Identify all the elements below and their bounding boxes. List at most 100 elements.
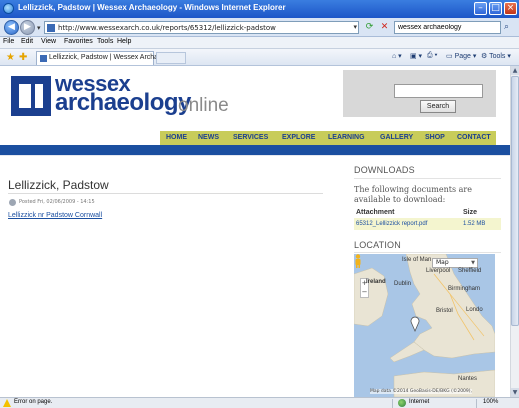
favorites-star-icon[interactable]: ★ [6, 52, 15, 63]
tab-bar: ★ ✚ Lellizzick, Padstow | Wessex Archaeo… [0, 49, 519, 66]
refresh-icon[interactable]: ⟳ [363, 21, 376, 34]
menu-favorites[interactable]: Favorites [64, 38, 93, 45]
menu-edit[interactable]: Edit [21, 38, 33, 45]
tools-menu-button[interactable]: ⚙ Tools ▾ [481, 52, 511, 60]
report-link[interactable]: Lellizzick nr Padstow Cornwall [8, 212, 102, 219]
new-tab-button[interactable] [156, 52, 186, 64]
posted-clock-icon [9, 199, 16, 206]
tools-menu-label: Tools [489, 53, 506, 60]
page-title: Lellizzick, Padstow [8, 178, 109, 192]
map-type-select[interactable]: Map ▼ [432, 258, 478, 268]
print-icon[interactable]: ⎙ ▾ [427, 52, 438, 60]
window-titlebar: Lellizzick, Padstow | Wessex Archaeology… [0, 0, 519, 18]
browser-search-input[interactable] [395, 22, 500, 33]
map-label-bristol: Bristol [436, 308, 453, 314]
logo-wordmark-archaeology[interactable]: archaeology [55, 89, 191, 117]
nav-home[interactable]: HOME [166, 134, 187, 141]
status-bar: Error on page. Internet 100% [0, 397, 519, 408]
location-heading: LOCATION [354, 240, 401, 250]
home-icon[interactable]: ⌂ ▾ [392, 52, 402, 60]
download-file-size: 1.52 MB [463, 221, 486, 227]
warning-icon[interactable] [3, 399, 11, 407]
scroll-up-icon[interactable]: ▲ [511, 66, 519, 75]
menu-bar: File Edit View Favorites Tools Help [0, 37, 519, 49]
status-message[interactable]: Error on page. [14, 399, 52, 405]
map-location-marker-icon[interactable] [410, 316, 420, 332]
nav-explore[interactable]: EXPLORE [282, 134, 315, 141]
internet-zone-icon [398, 399, 406, 407]
page-viewport: wessex archaeology online Search HOME NE… [0, 66, 510, 397]
address-field[interactable]: http://www.wessexarch.co.uk/reports/6531… [44, 21, 359, 34]
menu-tools[interactable]: Tools [97, 38, 113, 45]
forward-button[interactable]: ▶ [20, 20, 35, 35]
download-file-link[interactable]: 65312_Lellizzick report.pdf [356, 221, 427, 227]
nav-news[interactable]: NEWS [198, 134, 219, 141]
status-separator [392, 399, 393, 408]
street-view-pegman-icon[interactable] [354, 254, 362, 268]
page-menu-label: Page [454, 53, 471, 60]
feeds-icon[interactable]: ▣ ▾ [410, 52, 422, 60]
title-divider [8, 193, 323, 194]
page-scrollbar[interactable]: ▲ ▼ [510, 66, 519, 397]
browser-search-box[interactable] [394, 21, 501, 34]
map-label-dublin: Dublin [394, 281, 412, 287]
address-toolbar: ◀ ▶ ▾ http://www.wessexarch.co.uk/report… [0, 18, 519, 37]
nav-gallery[interactable]: GALLERY [380, 134, 413, 141]
map-label-sheffield: Sheffield [458, 268, 482, 274]
minimize-button[interactable]: – [474, 2, 487, 15]
site-logo-mark[interactable] [11, 76, 51, 116]
nav-services[interactable]: SERVICES [233, 134, 268, 141]
logo-mark-shape [19, 84, 31, 108]
attachment-column-header: Attachment [356, 209, 395, 216]
downloads-heading: DOWNLOADS [354, 165, 415, 175]
chevron-down-icon: ▼ [471, 260, 475, 266]
location-divider [354, 252, 501, 253]
nav-contact[interactable]: CONTACT [457, 134, 491, 141]
map-label-birmingham: Birmingham [448, 286, 481, 292]
zoom-level[interactable]: 100% [483, 399, 498, 405]
logo-mark-shape [35, 84, 43, 108]
map-attribution: Map data ©2014 GeoBasis-DE/BKG (©2009), [370, 389, 472, 394]
tab-favicon-icon [40, 55, 47, 62]
window-title: Lellizzick, Padstow | Wessex Archaeology… [18, 3, 286, 12]
site-search-panel: Search [343, 70, 496, 117]
downloads-divider [354, 178, 501, 179]
address-dropdown-icon[interactable]: ▾ [353, 23, 357, 31]
size-column-header: Size [463, 209, 478, 216]
tab-current[interactable]: Lellizzick, Padstow | Wessex Archaeology [36, 51, 179, 65]
search-icon[interactable]: ⌕ [504, 22, 509, 32]
nav-learning[interactable]: LEARNING [328, 134, 365, 141]
map-label-isle-of-man: Isle of Man [402, 257, 432, 263]
page-menu-button[interactable]: ▭ Page ▾ [446, 52, 476, 60]
map-label-liverpool: Liverpool [426, 268, 451, 274]
map-label-nantes: Nantes [458, 376, 478, 382]
add-favorites-icon[interactable]: ✚ [19, 52, 27, 63]
posted-date: Posted Fri, 02/06/2009 - 14:15 [19, 199, 95, 205]
menu-help[interactable]: Help [117, 38, 131, 45]
stop-icon[interactable]: ✕ [378, 21, 391, 34]
back-button[interactable]: ◀ [4, 20, 19, 35]
address-url: http://www.wessexarch.co.uk/reports/6531… [58, 24, 276, 32]
close-window-button[interactable]: × [504, 2, 517, 15]
site-search-input[interactable] [394, 84, 483, 98]
recent-pages-dropdown[interactable]: ▾ [37, 24, 41, 32]
maximize-button[interactable]: □ [489, 2, 502, 15]
location-map[interactable]: + − Map ▼ Isle of Man Ireland Dublin Live… [354, 254, 495, 397]
scrollbar-thumb[interactable] [511, 76, 519, 326]
downloads-intro: The following documents are available to… [354, 185, 472, 204]
map-label-london: Londo [466, 307, 483, 313]
site-search-button[interactable]: Search [420, 100, 456, 113]
site-nav: HOME NEWS SERVICES EXPLORE LEARNING GALL… [160, 131, 496, 145]
map-label-ireland: Ireland [366, 279, 386, 285]
security-zone: Internet [409, 399, 430, 405]
status-separator [476, 399, 477, 408]
header-blue-band [0, 145, 510, 155]
header-divider [0, 155, 510, 156]
nav-shop[interactable]: SHOP [425, 134, 445, 141]
logo-wordmark-online: online [178, 95, 229, 116]
internet-explorer-icon [3, 3, 14, 14]
site-favicon-icon [47, 24, 55, 32]
scroll-down-icon[interactable]: ▼ [511, 388, 519, 397]
menu-file[interactable]: File [3, 38, 14, 45]
menu-view[interactable]: View [41, 38, 56, 45]
